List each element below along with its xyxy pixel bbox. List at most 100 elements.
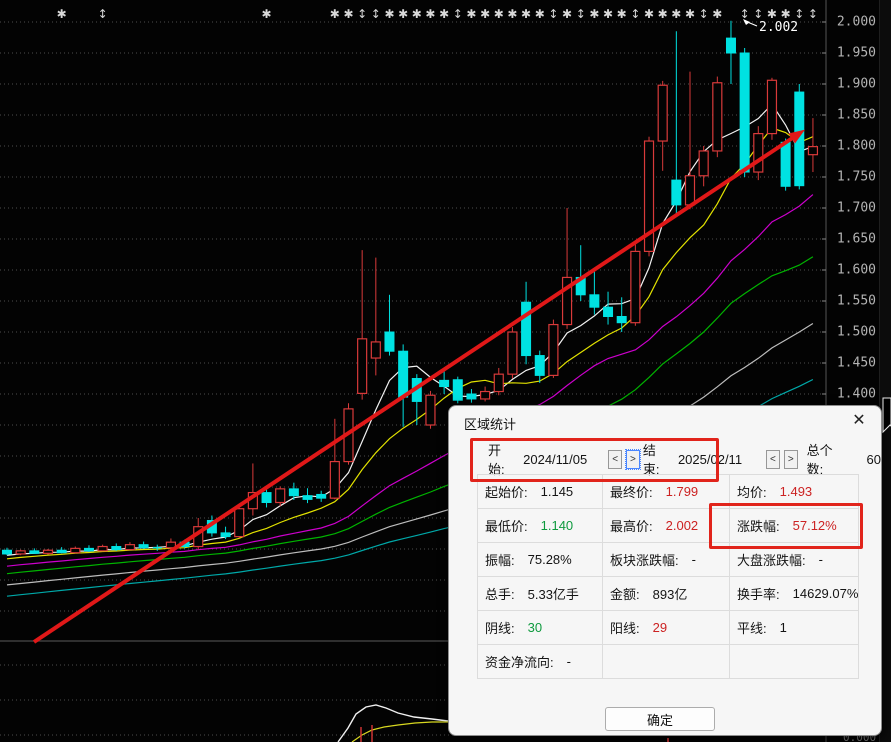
stat-value: -	[819, 552, 823, 567]
end-prev-button[interactable]: <	[766, 450, 780, 469]
stat-label: 均价:	[737, 482, 767, 501]
price-axis-label: 1.400	[837, 387, 876, 402]
svg-text:✱: ✱	[712, 7, 722, 21]
stat-value: -	[567, 654, 571, 669]
svg-text:✱: ✱	[617, 7, 627, 21]
price-axis-label: 1.650	[837, 232, 876, 247]
stat-label: 阴线:	[485, 618, 515, 637]
price-axis-label: 2.000	[837, 15, 876, 30]
price-axis-label: 1.900	[837, 77, 876, 92]
stat-label: 总手:	[485, 584, 515, 603]
svg-text:✱: ✱	[398, 7, 408, 21]
svg-text:✱: ✱	[535, 7, 545, 21]
stat-value: 893亿	[653, 584, 688, 603]
svg-text:✱: ✱	[466, 7, 476, 21]
price-axis-label: 1.550	[837, 294, 876, 309]
svg-text:✱: ✱	[57, 7, 67, 21]
ok-button[interactable]: 确定	[605, 707, 715, 731]
stat-label: 振幅:	[485, 550, 515, 569]
stat-label: 最高价:	[610, 516, 653, 535]
stat-cell: 平线: 1	[730, 611, 859, 645]
svg-text:✱: ✱	[330, 7, 340, 21]
stat-cell: 振幅: 75.28%	[477, 543, 603, 577]
stat-label: 阳线:	[610, 618, 640, 637]
stat-label: 金额:	[610, 584, 640, 603]
stat-value: 1.493	[780, 484, 813, 499]
svg-text:✱: ✱	[507, 7, 517, 21]
stat-value: 75.28%	[528, 552, 572, 567]
svg-text:✱: ✱	[343, 7, 353, 21]
stat-cell: 资金净流向:-	[477, 645, 603, 679]
stat-cell: 阴线: 30	[477, 611, 603, 645]
start-date-value: 2024/11/05	[523, 452, 587, 467]
dialog-title: 区域统计	[464, 414, 516, 433]
mouse-cursor	[878, 396, 891, 440]
price-axis-label: 1.800	[837, 139, 876, 154]
svg-text:↕: ↕	[453, 7, 463, 21]
start-prev-button[interactable]: <	[608, 450, 622, 469]
svg-text:↕: ↕	[794, 7, 804, 21]
stat-cell: 均价: 1.493	[730, 475, 859, 509]
date-range-row: 开始: 2024/11/05 < > 结束: 2025/02/11 < > 总个…	[449, 446, 881, 472]
stat-cell: 最低价: 1.140	[477, 509, 603, 543]
svg-text:✱: ✱	[589, 7, 599, 21]
price-axis-label: 1.600	[837, 263, 876, 278]
stat-value: 2.002	[666, 518, 699, 533]
stat-label: 资金净流向:	[485, 652, 554, 671]
svg-text:↕: ↕	[808, 7, 818, 21]
stat-cell: 总手:5.33亿手	[477, 577, 603, 611]
svg-text:↕: ↕	[576, 7, 586, 21]
stat-value: -	[692, 552, 696, 567]
svg-text:↕: ↕	[753, 7, 763, 21]
price-axis-label: 1.750	[837, 170, 876, 185]
stats-grid: 起始价: 1.145 最终价: 1.799 均价: 1.493 最低价: 1.140 最高价: 2…	[477, 474, 859, 679]
svg-text:✱: ✱	[671, 7, 681, 21]
svg-text:✱: ✱	[480, 7, 490, 21]
stat-label: 大盘涨跌幅:	[737, 550, 806, 569]
svg-text:✱: ✱	[412, 7, 422, 21]
stat-label: 涨跌幅:	[737, 516, 780, 535]
svg-text:✱: ✱	[781, 7, 791, 21]
stat-value: 57.12%	[793, 518, 837, 533]
stat-cell: 最终价: 1.799	[603, 475, 730, 509]
start-next-button[interactable]: >	[626, 450, 640, 469]
stat-cell: 起始价: 1.145	[477, 475, 603, 509]
svg-text:↕: ↕	[357, 7, 367, 21]
svg-text:↕: ↕	[98, 7, 108, 21]
stat-label: 平线:	[737, 618, 767, 637]
svg-text:✱: ✱	[685, 7, 695, 21]
price-axis-label: 1.700	[837, 201, 876, 216]
stat-cell: 板块涨跌幅:-	[603, 543, 730, 577]
svg-text:↕: ↕	[548, 7, 558, 21]
svg-text:✱: ✱	[439, 7, 449, 21]
stat-cell: 阳线:29	[603, 611, 730, 645]
trading-app-window: ✱↕✱✱✱↕↕✱✱✱✱✱↕✱✱✱✱✱✱↕✱↕✱✱✱↕✱✱✱✱↕✱↕↕✱✱↕↕2.…	[0, 0, 891, 742]
end-next-button[interactable]: >	[784, 450, 798, 469]
svg-text:↕: ↕	[740, 7, 750, 21]
close-icon[interactable]: ✕	[848, 410, 870, 432]
stat-label: 最低价:	[485, 516, 528, 535]
stat-value: 1	[780, 620, 787, 635]
stat-value: 1.145	[541, 484, 574, 499]
price-axis-label: 1.450	[837, 356, 876, 371]
stat-cell: 大盘涨跌幅:-	[730, 543, 859, 577]
stat-cell	[603, 645, 730, 679]
stat-label: 最终价:	[610, 482, 653, 501]
svg-text:↕: ↕	[699, 7, 709, 21]
svg-text:✱: ✱	[262, 7, 272, 21]
region-stats-dialog[interactable]: 区域统计 ✕ 开始: 2024/11/05 < > 结束: 2025/02/11…	[448, 405, 882, 736]
svg-text:✱: ✱	[767, 7, 777, 21]
peak-price-annotation: 2.002	[759, 20, 798, 35]
stat-cell	[730, 645, 859, 679]
svg-text:✱: ✱	[384, 7, 394, 21]
svg-text:✱: ✱	[494, 7, 504, 21]
stat-value: 1.799	[666, 484, 699, 499]
svg-text:↕: ↕	[371, 7, 381, 21]
stat-label: 换手率:	[737, 584, 780, 603]
stat-label: 起始价:	[485, 482, 528, 501]
stat-cell: 换手率:14629.07%	[730, 577, 859, 611]
svg-text:✱: ✱	[658, 7, 668, 21]
svg-text:✱: ✱	[521, 7, 531, 21]
stat-value: 30	[528, 620, 542, 635]
stat-value: 1.140	[541, 518, 574, 533]
